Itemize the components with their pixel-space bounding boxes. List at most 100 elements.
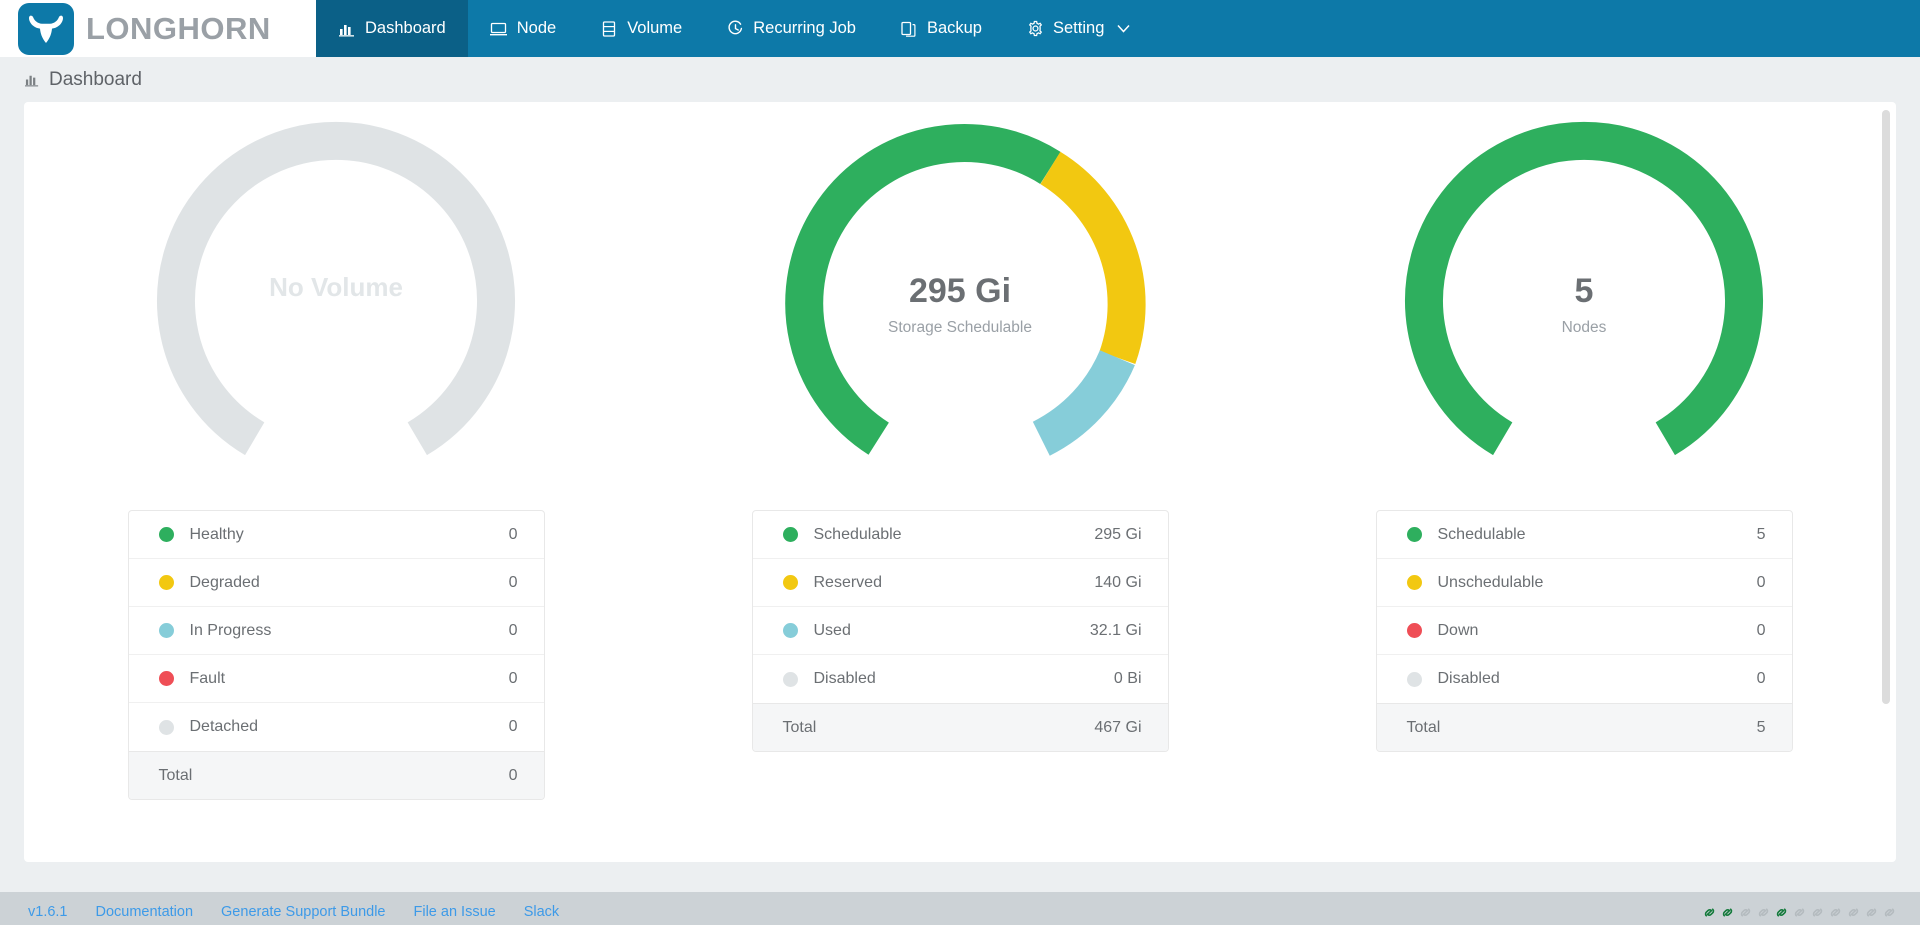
chain-link-icon[interactable] bbox=[1719, 904, 1736, 921]
brand-name: LONGHORN bbox=[86, 10, 271, 46]
status-dot-used bbox=[782, 623, 798, 638]
clock-icon bbox=[726, 20, 744, 38]
legend-total-value: 467 Gi bbox=[1094, 718, 1142, 736]
gear-icon bbox=[1026, 20, 1044, 38]
legend-value: 0 bbox=[508, 718, 518, 735]
chain-link-icon[interactable] bbox=[1881, 904, 1898, 921]
nav-item-backup[interactable]: Backup bbox=[878, 0, 1004, 57]
chain-link-icon[interactable] bbox=[1845, 904, 1862, 921]
status-dot-fault bbox=[158, 671, 174, 686]
chevron-down-icon bbox=[1117, 24, 1130, 33]
legend-total-label: Total bbox=[158, 766, 193, 784]
legend-row: Schedulable 295 Gi bbox=[752, 511, 1168, 559]
legend-row: Detached 0 bbox=[129, 703, 544, 751]
gauge-row: No Volume Healthy 0 Degraded 0 In Progre… bbox=[24, 102, 1896, 800]
footer-link-file-an-issue[interactable]: File an Issue bbox=[413, 904, 495, 920]
legend-label: Disabled bbox=[1437, 670, 1500, 687]
legend-total-value: 5 bbox=[1756, 718, 1766, 736]
node-summary: 5 Nodes Schedulable 5 Unschedulable 0 Do… bbox=[1272, 120, 1896, 800]
footer-link-documentation[interactable]: Documentation bbox=[96, 904, 194, 920]
chain-link-icon[interactable] bbox=[1827, 904, 1844, 921]
main-navigation: Dashboard Node Volume Recurring Job Back… bbox=[316, 0, 1920, 57]
chain-link-icon[interactable] bbox=[1737, 904, 1754, 921]
storage-legend-table: Schedulable 295 Gi Reserved 140 Gi Used … bbox=[751, 510, 1169, 752]
scrollbar-thumb[interactable] bbox=[1882, 110, 1890, 704]
server-icon bbox=[490, 20, 508, 38]
status-dot-disabled bbox=[1406, 671, 1422, 687]
legend-total-label: Total bbox=[1406, 718, 1441, 736]
chain-link-icon[interactable] bbox=[1863, 904, 1880, 921]
nav-item-volume[interactable]: Volume bbox=[578, 0, 704, 57]
nav-item-label: Volume bbox=[627, 19, 683, 37]
nav-item-node[interactable]: Node bbox=[468, 0, 578, 57]
legend-value: 0 bbox=[508, 621, 518, 639]
legend-total-row: Total 5 bbox=[1376, 703, 1792, 751]
legend-label: Schedulable bbox=[1437, 525, 1526, 543]
chain-link-icon[interactable] bbox=[1809, 904, 1826, 921]
legend-value: 0 bbox=[508, 573, 518, 591]
nav-item-label: Setting bbox=[1053, 19, 1105, 37]
nav-item-label: Dashboard bbox=[365, 19, 446, 37]
legend-value: 32.1 Gi bbox=[1089, 621, 1142, 639]
app-footer: v1.6.1 Documentation Generate Support Bu… bbox=[0, 892, 1920, 925]
legend-label: Unschedulable bbox=[1437, 573, 1544, 591]
chain-link-icon[interactable] bbox=[1791, 904, 1808, 921]
legend-row: Healthy 0 bbox=[128, 511, 544, 559]
legend-label: Disabled bbox=[813, 670, 876, 687]
legend-label: Fault bbox=[189, 669, 226, 687]
app-header: LONGHORN Dashboard Node Volume Recurring… bbox=[0, 0, 1920, 57]
status-dot-schedulable bbox=[1406, 527, 1422, 542]
storage-gauge: 295 Gi Storage Schedulable bbox=[760, 120, 1160, 480]
bar-chart-icon bbox=[24, 72, 40, 88]
nav-item-dashboard[interactable]: Dashboard bbox=[316, 0, 468, 57]
dashboard-card: No Volume Healthy 0 Degraded 0 In Progre… bbox=[24, 102, 1896, 862]
status-dot-down bbox=[1406, 623, 1422, 638]
page-body: No Volume Healthy 0 Degraded 0 In Progre… bbox=[0, 102, 1920, 892]
chain-link-icon[interactable] bbox=[1701, 904, 1718, 921]
page-title: Dashboard bbox=[49, 68, 142, 90]
status-dot-reserved bbox=[782, 575, 798, 590]
nav-item-recurring-job[interactable]: Recurring Job bbox=[704, 0, 878, 57]
footer-link-slack[interactable]: Slack bbox=[524, 904, 559, 920]
nav-item-setting[interactable]: Setting bbox=[1004, 0, 1152, 57]
footer-status-icons bbox=[1701, 904, 1898, 921]
chain-link-icon[interactable] bbox=[1773, 904, 1790, 921]
legend-row: Degraded 0 bbox=[128, 559, 544, 607]
legend-row: Reserved 140 Gi bbox=[752, 559, 1168, 607]
legend-value: 0 bbox=[1756, 670, 1766, 687]
legend-row: Disabled 0 Bi bbox=[753, 655, 1168, 703]
nav-item-label: Backup bbox=[926, 19, 982, 37]
volume-summary: No Volume Healthy 0 Degraded 0 In Progre… bbox=[24, 120, 648, 800]
vertical-scrollbar[interactable] bbox=[1882, 110, 1890, 710]
brand-logo[interactable]: LONGHORN bbox=[0, 0, 316, 57]
nav-item-label: Recurring Job bbox=[753, 19, 856, 37]
legend-value: 140 Gi bbox=[1094, 573, 1142, 591]
footer-version[interactable]: v1.6.1 bbox=[28, 904, 68, 920]
legend-value: 5 bbox=[1756, 525, 1766, 543]
legend-label: Used bbox=[813, 621, 851, 639]
status-dot-degraded bbox=[158, 575, 174, 590]
node-gauge: 5 Nodes bbox=[1384, 120, 1784, 480]
status-dot-unschedulable bbox=[1406, 575, 1422, 590]
legend-row: Fault 0 bbox=[128, 655, 544, 703]
legend-label: Degraded bbox=[189, 573, 260, 591]
legend-row: Used 32.1 Gi bbox=[752, 607, 1168, 655]
legend-label: Detached bbox=[189, 718, 259, 735]
legend-label: Reserved bbox=[813, 573, 882, 591]
legend-row: In Progress 0 bbox=[128, 607, 544, 655]
chain-link-icon[interactable] bbox=[1755, 904, 1772, 921]
legend-total-row: Total 467 Gi bbox=[752, 703, 1168, 751]
legend-total-label: Total bbox=[782, 718, 817, 736]
legend-value: 0 bbox=[1756, 573, 1766, 591]
copy-icon bbox=[900, 20, 918, 38]
legend-label: In Progress bbox=[189, 621, 272, 639]
footer-link-generate-support-bundle[interactable]: Generate Support Bundle bbox=[221, 904, 385, 920]
volume-legend-table: Healthy 0 Degraded 0 In Progress 0 Fault… bbox=[127, 510, 545, 800]
legend-total-row: Total 0 bbox=[128, 751, 544, 799]
node-legend-table: Schedulable 5 Unschedulable 0 Down 0 Dis… bbox=[1375, 510, 1793, 752]
legend-label: Healthy bbox=[189, 525, 244, 543]
legend-label: Schedulable bbox=[813, 525, 902, 543]
longhorn-bull-icon bbox=[18, 2, 74, 55]
legend-value: 0 bbox=[508, 525, 518, 543]
status-dot-schedulable bbox=[782, 527, 798, 542]
